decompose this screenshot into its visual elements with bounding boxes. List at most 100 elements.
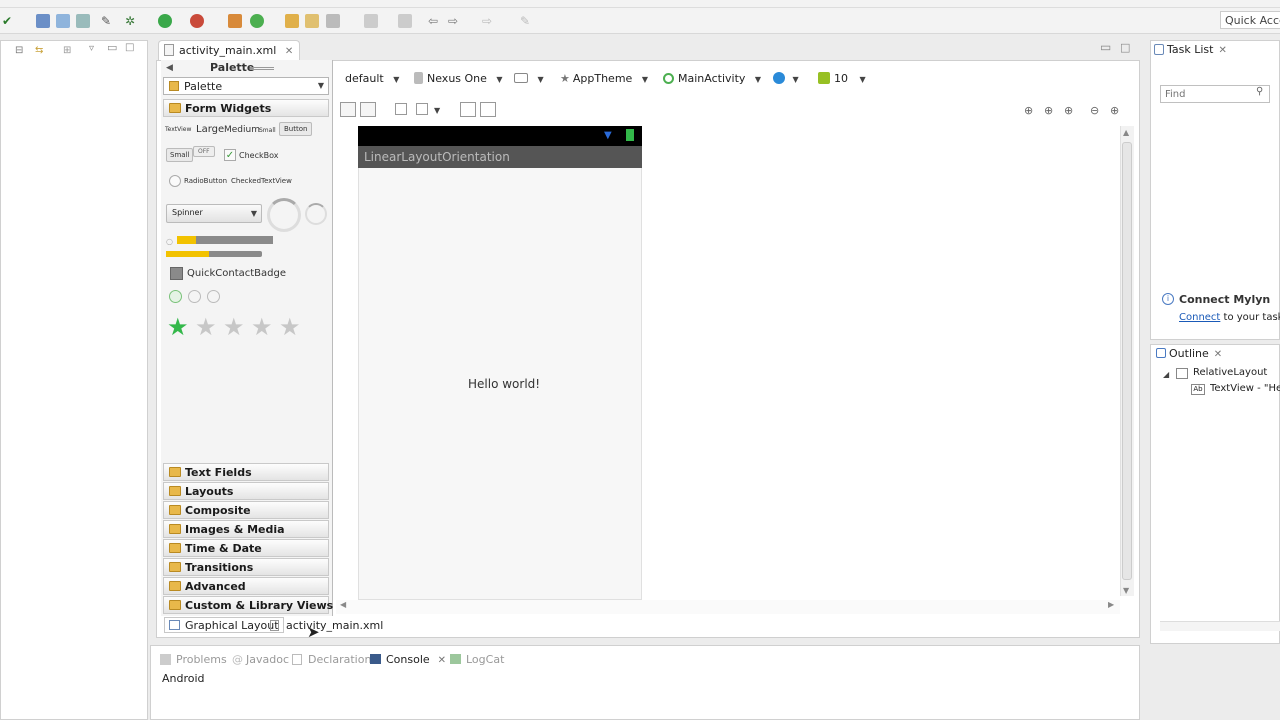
toggle-fill-height-icon[interactable] — [360, 102, 376, 117]
widget-large-text[interactable]: Large — [196, 124, 224, 135]
expand-triangle-icon[interactable]: ◢ — [1163, 370, 1169, 379]
connect-link[interactable]: Connect — [1179, 312, 1220, 323]
widget-radiobutton[interactable]: RadioButton — [184, 177, 227, 185]
scroll-up-icon[interactable]: ▲ — [1123, 128, 1129, 137]
widget-medium-text[interactable]: Medium — [224, 125, 260, 135]
widget-textview[interactable]: TextView — [165, 126, 191, 133]
rating-star-icon[interactable]: ★ — [195, 313, 217, 341]
widget-button[interactable]: Button — [279, 122, 313, 136]
tab-logcat[interactable]: LogCat — [450, 653, 504, 666]
widget-seekbar[interactable] — [166, 251, 262, 257]
widget-small-button[interactable]: Small — [166, 148, 194, 162]
palette-category-text-fields[interactable]: Text Fields — [163, 463, 329, 481]
close-icon[interactable]: ✕ — [1214, 349, 1222, 360]
widget-checkbox[interactable]: CheckBox — [239, 151, 278, 160]
outline-tab[interactable]: Outline ✕ — [1156, 347, 1222, 360]
zoom-in-icon[interactable]: ⊕ — [1110, 104, 1119, 117]
palette-category-advanced[interactable]: Advanced — [163, 577, 329, 595]
close-icon[interactable]: ✕ — [285, 46, 293, 57]
layout-margins-icon[interactable] — [395, 103, 407, 115]
palette-drag-handle[interactable] — [250, 67, 274, 70]
pin-icon[interactable]: ✎ — [520, 14, 534, 28]
collapse-palette-icon[interactable]: ◀ — [166, 63, 173, 73]
toggle-fill-width-icon[interactable] — [340, 102, 356, 117]
rating-star-icon[interactable]: ★ — [223, 313, 245, 341]
collapse-all-icon[interactable]: ⊟ — [15, 45, 23, 56]
zoom-fit-icon[interactable]: ⊕ — [1044, 104, 1053, 117]
vertical-scroll-thumb[interactable] — [1122, 142, 1132, 580]
zoom-out-icon[interactable]: ⊖ — [1090, 104, 1099, 117]
back-arrow-icon[interactable]: ⇦ — [428, 14, 442, 28]
minimize-icon[interactable]: ▭ — [1100, 40, 1111, 54]
palette-category-transitions[interactable]: Transitions — [163, 558, 329, 576]
quick-access-field[interactable]: Quick Access — [1220, 11, 1280, 29]
widget-checkedtextview[interactable]: CheckedTextView — [231, 177, 292, 185]
outline-horizontal-scrollbar[interactable] — [1160, 621, 1280, 631]
palette-category-layouts[interactable]: Layouts — [163, 482, 329, 500]
widget-small-text[interactable]: Small — [259, 127, 276, 134]
outline-node-textview[interactable]: TextView - "Hello world!" — [1210, 383, 1280, 394]
zoom-actual-icon[interactable]: ⊕ — [1064, 104, 1073, 117]
scroll-down-icon[interactable]: ▼ — [1123, 586, 1129, 595]
lint-icon[interactable] — [76, 14, 90, 28]
rating-star-icon[interactable]: ★ — [251, 313, 273, 341]
rating-star-icon[interactable]: ★ — [279, 313, 301, 341]
zoom-emulate-icon[interactable]: ⊕ — [1024, 104, 1033, 117]
rating-star-icon[interactable]: ★ — [167, 313, 189, 341]
task-list-tab[interactable]: Task List ✕ — [1154, 43, 1227, 56]
maximize-icon[interactable]: □ — [1120, 41, 1130, 54]
editor-tab-activity-main[interactable]: activity_main.xml ✕ — [158, 40, 301, 60]
last-edit-icon[interactable]: ⇨ — [482, 14, 496, 28]
widget-spinner[interactable]: Spinner ▼ — [166, 204, 262, 223]
close-icon[interactable]: ✕ — [438, 655, 446, 666]
tab-console[interactable]: Console ✕ — [370, 653, 446, 666]
orientation-dropdown[interactable]: ▼ — [514, 72, 544, 85]
link-editor-icon[interactable]: ⇆ — [35, 45, 43, 56]
avd-manager-icon[interactable] — [56, 14, 70, 28]
widget-quickcontactbadge[interactable]: QuickContactBadge — [187, 268, 286, 279]
chevron-down-icon[interactable]: ▿ — [89, 43, 94, 54]
external-tools-icon[interactable] — [190, 14, 204, 28]
palette-category-custom-library[interactable]: Custom & Library Views — [163, 596, 333, 614]
tab-javadoc[interactable]: @ Javadoc — [230, 653, 289, 666]
radio-group-icon-2[interactable] — [188, 290, 201, 303]
clear-weights-icon[interactable] — [480, 102, 496, 117]
new-class-icon[interactable] — [250, 14, 264, 28]
palette-category-time-date[interactable]: Time & Date — [163, 539, 329, 557]
theme-dropdown[interactable]: ★ AppTheme ▼ — [560, 72, 648, 85]
radio-group-icon-1[interactable] — [169, 290, 182, 303]
widget-progressbar-horizontal[interactable] — [177, 236, 273, 244]
task-find-input[interactable] — [1160, 85, 1270, 103]
palette-category-composite[interactable]: Composite — [163, 501, 329, 519]
open-folder-icon[interactable] — [285, 14, 299, 28]
hello-world-textview[interactable]: Hello world! — [468, 377, 540, 391]
tab-declaration[interactable]: Declaration — [292, 653, 371, 666]
layout-gravity-icon[interactable] — [416, 103, 428, 115]
canvas-horizontal-scrollbar[interactable] — [336, 600, 1120, 614]
palette-category-form-widgets[interactable]: Form Widgets — [163, 99, 329, 117]
widget-progressbar[interactable] — [305, 203, 327, 225]
distribute-weights-icon[interactable] — [460, 102, 476, 117]
view-menu-icon[interactable]: ⊞ — [63, 45, 71, 56]
radio-group-icon-3[interactable] — [207, 290, 220, 303]
run-icon[interactable] — [158, 14, 172, 28]
widget-progressbar-large[interactable] — [267, 198, 301, 232]
prev-annotation-icon[interactable] — [398, 14, 412, 28]
close-icon[interactable]: ✕ — [1218, 45, 1226, 56]
scroll-left-icon[interactable]: ◀ — [340, 600, 346, 609]
check-icon[interactable]: ✔ — [2, 14, 16, 28]
open-type-icon[interactable] — [305, 14, 319, 28]
tab-problems[interactable]: Problems — [160, 653, 227, 666]
palette-category-images-media[interactable]: Images & Media — [163, 520, 329, 538]
chevron-down-icon[interactable]: ▼ — [434, 106, 440, 115]
minimize-icon[interactable]: ▭ — [107, 41, 117, 54]
search-icon[interactable]: ⚲ — [1256, 86, 1263, 97]
config-dropdown[interactable]: default ▼ — [345, 72, 399, 85]
scroll-right-icon[interactable]: ▶ — [1108, 600, 1114, 609]
wand-icon[interactable]: ✎ — [101, 14, 115, 28]
debug-icon[interactable]: ✲ — [125, 14, 139, 28]
device-dropdown[interactable]: Nexus One ▼ — [414, 72, 503, 85]
outline-node-relativelayout[interactable]: RelativeLayout — [1193, 367, 1267, 378]
forward-arrow-icon[interactable]: ⇨ — [448, 14, 462, 28]
palette-mode-combo[interactable]: Palette ▼ — [163, 77, 329, 95]
